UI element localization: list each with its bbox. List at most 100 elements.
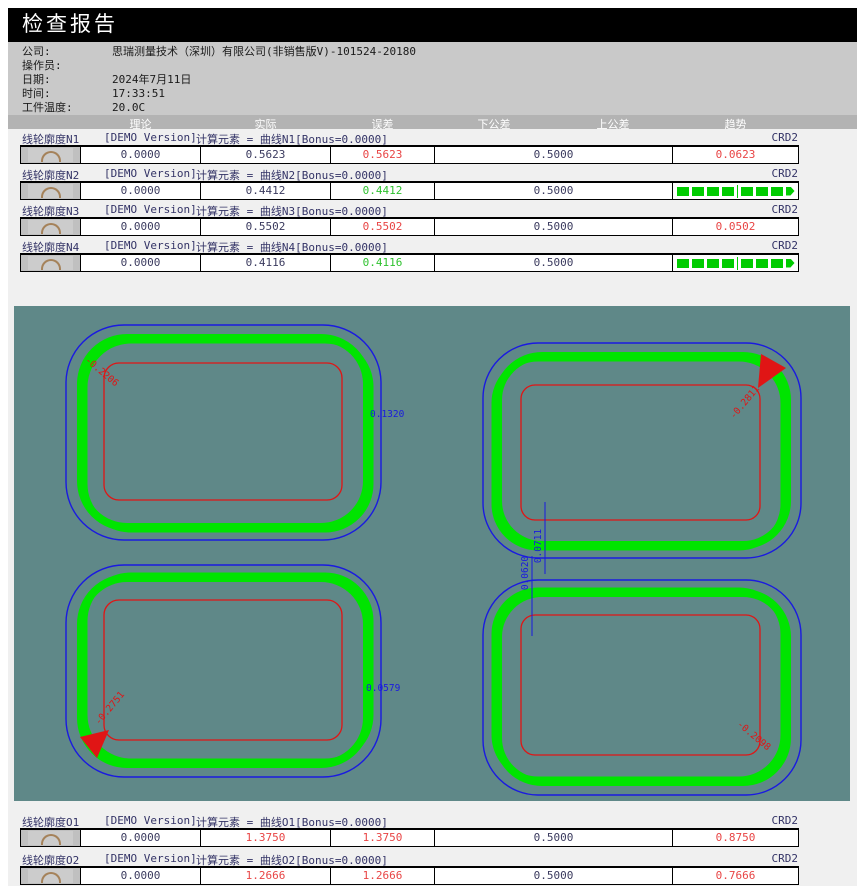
tolerance-value-cell: 0.5000 [434,218,673,236]
info-value: 思瑞测量技术（深圳）有限公司(非销售版V)-101524-20180 [112,45,416,58]
plot-bottom-right-deviation-label: 0.0620 [520,556,531,591]
error-value: 0.4116 [363,256,403,269]
theoretical-value: 0.0000 [121,184,161,197]
line-profile-arc-icon [41,834,61,845]
tolerance-value: 0.5000 [534,220,574,233]
tolerance-value-cell: 0.5000 [434,146,673,164]
info-row: 公司:思瑞测量技术（深圳）有限公司(非销售版V)-101524-20180 [22,45,416,59]
trend-bar-segment [756,187,768,196]
actual-value: 0.5502 [246,220,286,233]
datum-reference: CRD2 [734,203,798,216]
demo-version-tag: [DEMO Version] [104,852,197,865]
trend-bar-segment [677,187,689,196]
actual-value-cell: 0.4116 [200,254,331,272]
actual-value-cell: 1.3750 [200,829,331,847]
line-profile-arc-icon [41,872,61,883]
trend-bar-segment [692,259,704,268]
error-value-cell: 0.5623 [330,146,435,164]
actual-value: 0.4412 [246,184,286,197]
trend-bar-pointer [786,187,795,196]
theoretical-value: 0.0000 [121,831,161,844]
tolerance-value: 0.5000 [534,256,574,269]
error-value-cell: 0.4116 [330,254,435,272]
tolerance-value-cell: 0.5000 [434,182,673,200]
trend-cell: 0.7666 [672,867,799,885]
tolerance-value: 0.5000 [534,148,574,161]
profile-icon-button[interactable] [20,218,81,236]
theoretical-value-cell: 0.0000 [80,182,201,200]
graphic-background [14,306,850,801]
actual-value: 1.2666 [246,869,286,882]
theoretical-value-cell: 0.0000 [80,254,201,272]
trend-bar-segment [741,259,753,268]
tolerance-value-cell: 0.5000 [434,829,673,847]
plot-top-right-deviation-label: 0.0711 [533,529,544,564]
measurement-block: 线轮廓度O2[DEMO Version]计算元素 = 曲线O2[Bonus=0.… [0,852,864,886]
info-row: 工件温度:20.0C [22,101,145,115]
info-row: 操作员: [22,59,112,73]
error-value: 0.5502 [363,220,403,233]
line-profile-arc-icon [41,187,61,198]
profile-icon-button[interactable] [20,182,81,200]
profile-deviation-graphic: -0.22060.1320-0.28110.0711-0.27510.0579-… [14,306,850,801]
trend-bar-separator [737,185,738,198]
info-label: 操作员: [22,59,112,73]
error-value: 0.5623 [363,148,403,161]
trend-cell [672,182,799,200]
actual-value: 0.5623 [246,148,286,161]
column-header-row: 理论实际误差下公差上公差趋势 [8,115,857,129]
measurement-block: 线轮廓度N1[DEMO Version]计算元素 = 曲线N1[Bonus=0.… [0,131,864,165]
error-value-cell: 1.3750 [330,829,435,847]
trend-cell: 0.8750 [672,829,799,847]
actual-value: 1.3750 [246,831,286,844]
info-value: 20.0C [112,101,145,114]
measurement-block: 线轮廓度O1[DEMO Version]计算元素 = 曲线O1[Bonus=0.… [0,814,864,848]
trend-bar-segment [677,259,689,268]
actual-value-cell: 0.5502 [200,218,331,236]
trend-value: 0.0502 [716,220,756,233]
theoretical-value-cell: 0.0000 [80,218,201,236]
datum-reference: CRD2 [734,852,798,865]
profile-icon-button[interactable] [20,254,81,272]
actual-value-cell: 0.5623 [200,146,331,164]
trend-bar-graph [673,255,798,271]
theoretical-value: 0.0000 [121,220,161,233]
tolerance-value: 0.5000 [534,869,574,882]
tolerance-value: 0.5000 [534,184,574,197]
trend-bar-segment [771,187,783,196]
info-label: 公司: [22,45,112,59]
info-value: 17:33:51 [112,87,165,100]
measurement-block: 线轮廓度N3[DEMO Version]计算元素 = 曲线N3[Bonus=0.… [0,203,864,237]
actual-value-cell: 1.2666 [200,867,331,885]
error-value: 1.2666 [363,869,403,882]
trend-bar-segment [707,187,719,196]
theoretical-value: 0.0000 [121,869,161,882]
profile-icon-button[interactable] [20,829,81,847]
measurement-block: 线轮廓度N4[DEMO Version]计算元素 = 曲线N4[Bonus=0.… [0,239,864,273]
line-profile-arc-icon [41,223,61,234]
trend-bar-separator [737,257,738,270]
trend-bar-segment [741,187,753,196]
profile-icon-button[interactable] [20,867,81,885]
theoretical-value-cell: 0.0000 [80,867,201,885]
theoretical-value: 0.0000 [121,148,161,161]
trend-value: 0.8750 [716,831,756,844]
theoretical-value-cell: 0.0000 [80,829,201,847]
error-value-cell: 1.2666 [330,867,435,885]
info-panel: 公司:思瑞测量技术（深圳）有限公司(非销售版V)-101524-20180操作员… [8,42,857,115]
datum-reference: CRD2 [734,131,798,144]
trend-bar-segment [722,187,734,196]
error-value-cell: 0.5502 [330,218,435,236]
profile-plots-canvas: -0.22060.1320-0.28110.0711-0.27510.0579-… [14,306,850,801]
info-row: 时间:17:33:51 [22,87,165,101]
tolerance-value-cell: 0.5000 [434,254,673,272]
page-title: 检查报告 [22,12,118,36]
datum-reference: CRD2 [734,239,798,252]
plot-top-left-deviation-label: 0.1320 [370,409,405,420]
trend-bar-pointer [786,259,795,268]
error-value: 1.3750 [363,831,403,844]
info-label: 日期: [22,73,112,87]
profile-icon-button[interactable] [20,146,81,164]
theoretical-value: 0.0000 [121,256,161,269]
theoretical-value-cell: 0.0000 [80,146,201,164]
